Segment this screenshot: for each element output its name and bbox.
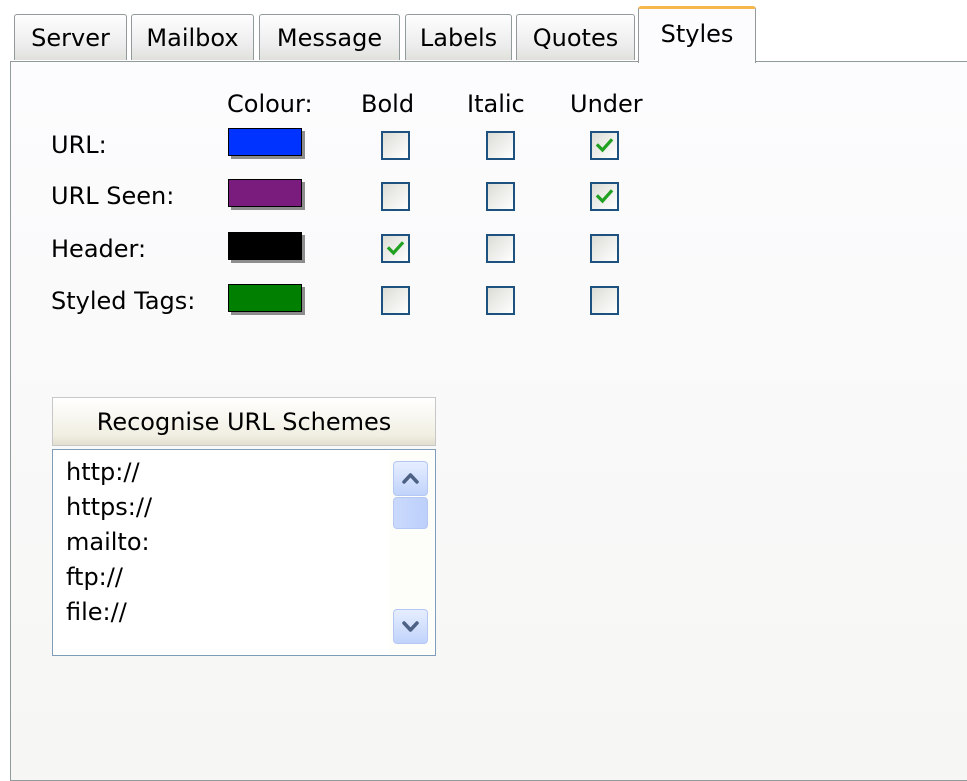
styled-tags-colour-swatch[interactable] [228, 284, 302, 312]
under-column-header: Under [570, 90, 643, 118]
url-seen-bold-checkbox[interactable] [381, 182, 410, 211]
list-item[interactable]: https:// [66, 492, 152, 522]
header-bold-checkbox[interactable] [381, 234, 410, 263]
styled-tags-under-checkbox[interactable] [590, 286, 619, 315]
styled-tags-italic-checkbox[interactable] [486, 286, 515, 315]
colour-column-header: Colour: [227, 90, 313, 118]
url-seen-colour-swatch[interactable] [228, 179, 302, 207]
style-row-label: URL Seen: [51, 182, 175, 210]
url-italic-checkbox[interactable] [486, 131, 515, 160]
styled-tags-bold-checkbox[interactable] [381, 286, 410, 315]
list-item[interactable]: file:// [66, 597, 127, 627]
chevron-up-icon [402, 473, 419, 484]
header-under-checkbox[interactable] [590, 234, 619, 263]
checkmark-icon [595, 189, 614, 204]
tab-mailbox[interactable]: Mailbox [131, 14, 254, 60]
url-under-checkbox[interactable] [590, 131, 619, 160]
tab-strip: Server Mailbox Message Labels Quotes Sty… [0, 0, 967, 63]
style-row-label: URL: [51, 131, 107, 159]
scroll-thumb[interactable] [393, 497, 428, 529]
tab-labels[interactable]: Labels [405, 14, 512, 60]
header-italic-checkbox[interactable] [486, 234, 515, 263]
list-item[interactable]: mailto: [66, 527, 150, 557]
tab-server[interactable]: Server [14, 14, 127, 60]
checkmark-icon [595, 138, 614, 153]
vertical-scrollbar[interactable] [389, 451, 434, 654]
tab-styles[interactable]: Styles [638, 6, 756, 63]
url-seen-italic-checkbox[interactable] [486, 182, 515, 211]
chevron-down-icon [402, 621, 419, 632]
bold-column-header: Bold [361, 90, 415, 118]
url-schemes-listbox[interactable]: http:// https:// mailto: ftp:// file:// [52, 449, 436, 656]
list-item[interactable]: http:// [66, 457, 140, 487]
url-bold-checkbox[interactable] [381, 131, 410, 160]
style-row-label: Header: [51, 235, 147, 263]
style-row-label: Styled Tags: [51, 287, 196, 315]
list-item[interactable]: ftp:// [66, 562, 123, 592]
checkmark-icon [386, 241, 405, 256]
tab-quotes[interactable]: Quotes [516, 14, 635, 60]
italic-column-header: Italic [467, 90, 525, 118]
scroll-up-button[interactable] [393, 461, 428, 496]
recognise-url-schemes-header[interactable]: Recognise URL Schemes [52, 397, 436, 446]
scroll-down-button[interactable] [393, 609, 428, 644]
header-colour-swatch[interactable] [228, 232, 302, 260]
tab-message[interactable]: Message [259, 14, 400, 60]
url-seen-under-checkbox[interactable] [590, 182, 619, 211]
url-colour-swatch[interactable] [228, 128, 302, 156]
